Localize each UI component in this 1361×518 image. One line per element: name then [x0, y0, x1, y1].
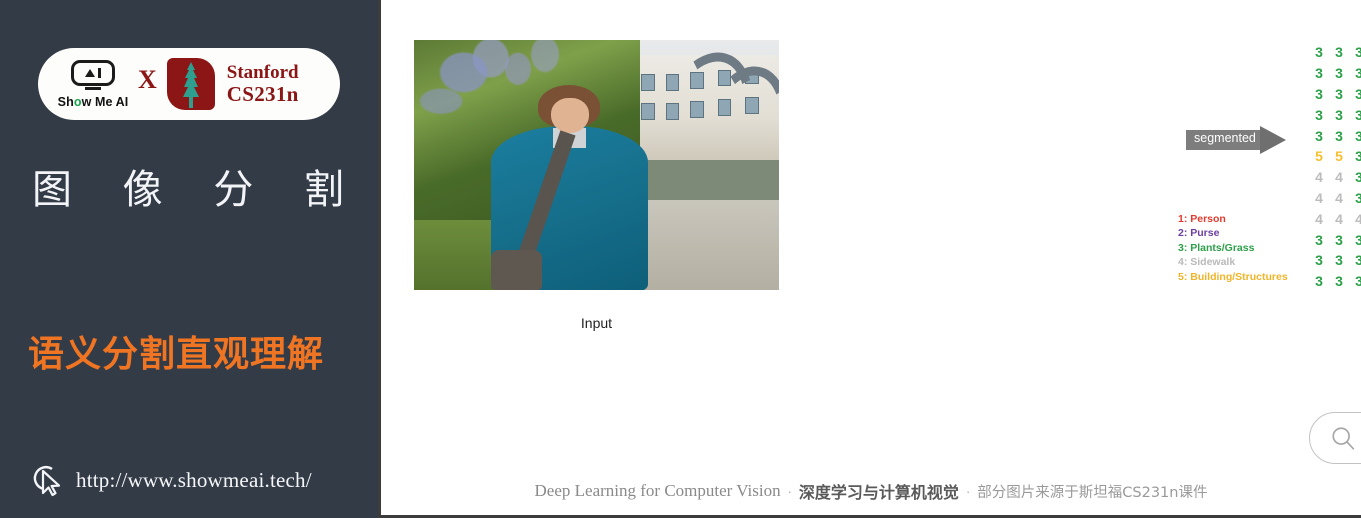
grid-cell: 3 [1315, 127, 1323, 144]
grid-cell: 3 [1335, 127, 1343, 144]
site-url-text: http://www.showmeai.tech/ [76, 467, 312, 492]
caret-icon [85, 68, 95, 77]
grid-row: 333333333333555555 [1309, 42, 1361, 63]
photo-grass [414, 215, 495, 290]
legend-item-1: 1: Person [1178, 213, 1226, 225]
title-char-3: 割 [303, 167, 344, 213]
footer-chinese-bold: 深度学习与计算机视觉 [798, 483, 959, 502]
grid-row: 553333113355555555 [1309, 146, 1361, 167]
left-panel: Show Me AI X Stanford CS231n 图 像 分 割 语义分… [0, 0, 378, 518]
title-char-0: 图 [32, 167, 72, 213]
footer-english: Deep Learning for Computer Vision [534, 481, 781, 500]
slide-root: Show Me AI X Stanford CS231n 图 像 分 割 语义分… [0, 0, 1361, 518]
photo-person-face [550, 97, 590, 133]
grid-cell: 3 [1355, 231, 1361, 248]
stanford-tree-icon [182, 62, 199, 108]
grid-row: 333122111114444444 [1309, 271, 1361, 292]
grid-cell: 3 [1315, 65, 1323, 82]
grid-cell: 4 [1315, 210, 1323, 227]
grid-row: 333122111114444444 [1309, 250, 1361, 271]
legend-item-5: 5: Building/Structures [1178, 270, 1288, 283]
grid-cell: 3 [1355, 252, 1361, 269]
input-caption: Input [580, 315, 613, 331]
grid-cell: 3 [1335, 252, 1343, 269]
grid-cell: 4 [1355, 210, 1361, 227]
legend-item-4: 4: Sidewalk [1178, 256, 1236, 269]
legend-item-3: 3: Plants/Grass [1178, 241, 1255, 254]
class-legend: 1: Person 2: Purse 3: Plants/Grass 4: Sidew… [1178, 212, 1288, 284]
grid-cell: 4 [1315, 169, 1323, 186]
segmented-arrow: segmented [1186, 126, 1294, 154]
grid-cell: 3 [1315, 231, 1323, 248]
footer-dot-1: · [787, 483, 792, 499]
grid-cell: 5 [1315, 148, 1323, 165]
input-photo [414, 40, 779, 290]
arrow-head-icon [1260, 126, 1286, 154]
grid-cell: 3 [1355, 273, 1361, 290]
brand-pill: Show Me AI X Stanford CS231n [38, 48, 340, 120]
grid-cell: 3 [1335, 65, 1343, 82]
grid-cell: 3 [1315, 85, 1323, 102]
stanford-line2: CS231n [226, 81, 299, 106]
grid-row: 333111111114444444 [1309, 229, 1361, 250]
bar-icon [98, 67, 101, 78]
showmeai-badge-icon [71, 59, 115, 86]
grid-cell: 3 [1355, 65, 1361, 82]
grid-cell: 4 [1335, 189, 1343, 206]
grid-cell: 3 [1335, 273, 1343, 290]
page-title: 图 像 分 割 [32, 157, 344, 215]
grid-cell: 4 [1335, 169, 1343, 186]
title-char-1: 像 [122, 167, 163, 213]
footer-chinese-note: 部分图片来源于斯坦福CS231n课件 [977, 484, 1208, 501]
wechat-search-pill[interactable]: 搜索 | 微信 ShowMeAI 研究中心 [1309, 412, 1361, 464]
grid-row: 443411111144444555 [1309, 188, 1361, 209]
grid-cell: 3 [1355, 189, 1361, 206]
title-char-2: 分 [213, 167, 254, 213]
semantic-label-grid: 3333333333335555553333333333335555553333… [1309, 42, 1361, 292]
grid-cell: 3 [1335, 85, 1343, 102]
photo-canvas [414, 40, 779, 290]
right-panel: Input Semantic Labels segmented 1: Perso… [378, 0, 1361, 518]
site-url-row[interactable]: http://www.showmeai.tech/ [32, 463, 312, 497]
grid-row: 333333113335555555 [1309, 125, 1361, 146]
grid-row: 333333333333555555 [1309, 63, 1361, 84]
search-icon [1332, 427, 1355, 450]
grid-cell: 3 [1315, 44, 1323, 61]
photo-purse [490, 250, 542, 290]
grid-cell: 3 [1335, 106, 1343, 123]
grid-row: 333331111333555555 [1309, 104, 1361, 125]
grid-cell: 3 [1355, 85, 1361, 102]
grid-cell: 3 [1335, 231, 1343, 248]
arrow-label: segmented [1194, 131, 1256, 145]
stanford-line1: Stanford [226, 62, 299, 83]
grid-cell: 3 [1315, 106, 1323, 123]
grid-cell: 3 [1315, 273, 1323, 290]
grid-row: 333333113333555555 [1309, 84, 1361, 105]
grid-cell: 3 [1335, 44, 1343, 61]
grid-cell: 3 [1315, 252, 1323, 269]
semantic-labels-caption: Semantic Labels [1309, 315, 1361, 331]
grid-cell: 3 [1355, 169, 1361, 186]
grid-cell: 4 [1315, 189, 1323, 206]
grid-cell: 3 [1355, 148, 1361, 165]
footer-bar: Deep Learning for Computer Vision · 深度学习… [381, 467, 1361, 515]
x-separator: X [138, 65, 157, 94]
grid-cell: 3 [1355, 44, 1361, 61]
grid-cell: 4 [1335, 210, 1343, 227]
cursor-arrow-icon [33, 466, 61, 497]
grid-cell: 5 [1335, 148, 1343, 165]
grid-row: 444111111114444444 [1309, 208, 1361, 229]
legend-item-2: 2: Purse [1178, 227, 1220, 240]
page-subtitle: 语义分割直观理解 [28, 334, 325, 375]
footer-dot-2: · [965, 483, 971, 499]
stanford-s-icon [166, 58, 215, 110]
stanford-text: Stanford CS231n [227, 63, 299, 105]
grid-cell: 3 [1355, 127, 1361, 144]
showmeai-wordmark: Show Me AI [57, 94, 129, 109]
showmeai-logo: Show Me AI [56, 59, 130, 109]
grid-cell: 3 [1355, 106, 1361, 123]
grid-row: 443411111144455555 [1309, 167, 1361, 188]
